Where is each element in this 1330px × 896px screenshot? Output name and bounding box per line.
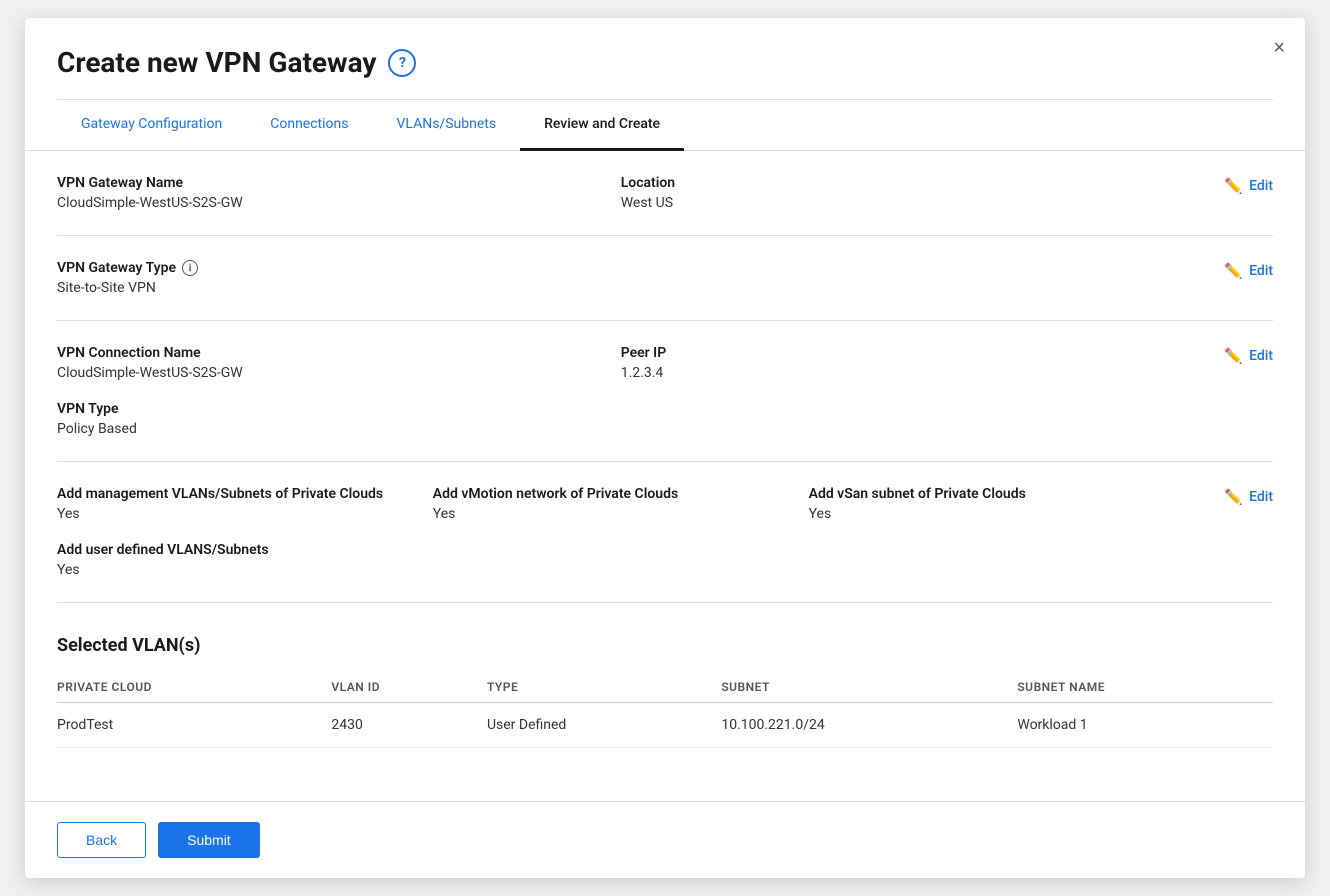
row-subnet-name: Workload 1 [1017, 703, 1273, 748]
add-mgmt-vlans-value: Yes [57, 506, 433, 522]
gateway-type-row: VPN Gateway Type i Site-to-Site VPN ✏️ E… [57, 260, 1273, 296]
add-vmotion-value: Yes [433, 506, 809, 522]
vlans-table: PRIVATE CLOUD VLAN ID TYPE SUBNET SUBNET… [57, 672, 1273, 748]
add-vmotion-label: Add vMotion network of Private Clouds [433, 486, 809, 502]
gateway-type-edit-button[interactable]: ✏️ Edit [1224, 260, 1273, 280]
tab-gateway-configuration[interactable]: Gateway Configuration [57, 100, 246, 151]
fields-row: VPN Gateway Name CloudSimple-WestUS-S2S-… [57, 175, 1184, 211]
vpn-gateway-type-field: VPN Gateway Type i Site-to-Site VPN [57, 260, 1184, 296]
add-mgmt-vlans-field: Add management VLANs/Subnets of Private … [57, 486, 433, 522]
gateway-type-info-icon[interactable]: i [182, 260, 198, 276]
vpn-type-value: Policy Based [57, 421, 1184, 437]
section-connection: VPN Connection Name CloudSimple-WestUS-S… [57, 321, 1273, 462]
col-type: TYPE [487, 672, 721, 703]
pencil-icon-4: ✏️ [1224, 488, 1243, 506]
pencil-icon-3: ✏️ [1224, 347, 1243, 365]
vpn-gateway-name-field: VPN Gateway Name CloudSimple-WestUS-S2S-… [57, 175, 621, 211]
selected-vlans-section: Selected VLAN(s) PRIVATE CLOUD VLAN ID T… [57, 603, 1273, 748]
vpn-connection-name-field: VPN Connection Name CloudSimple-WestUS-S… [57, 345, 621, 381]
vpn-gateway-name-label: VPN Gateway Name [57, 175, 621, 191]
vpn-connection-name-label: VPN Connection Name [57, 345, 621, 361]
pencil-icon: ✏️ [1224, 177, 1243, 195]
title-row: Create new VPN Gateway ? [57, 46, 1273, 79]
tab-review-and-create[interactable]: Review and Create [520, 100, 684, 151]
vpn-type-field: VPN Type Policy Based [57, 401, 1184, 437]
modal-body: VPN Gateway Name CloudSimple-WestUS-S2S-… [25, 151, 1305, 801]
selected-vlans-title: Selected VLAN(s) [57, 635, 1273, 656]
row-type: User Defined [487, 703, 721, 748]
peer-ip-value: 1.2.3.4 [621, 365, 1185, 381]
connection-name-peer-row: VPN Connection Name CloudSimple-WestUS-S… [57, 345, 1184, 381]
col-vlan-id: VLAN ID [331, 672, 487, 703]
vpn-gateway-type-value: Site-to-Site VPN [57, 280, 1184, 296]
location-field: Location West US [621, 175, 1185, 211]
modal-footer: Back Submit [25, 801, 1305, 878]
vlans-options-row: Add management VLANs/Subnets of Private … [57, 486, 1273, 578]
back-button[interactable]: Back [57, 822, 146, 858]
create-vpn-gateway-modal: × Create new VPN Gateway ? Gateway Confi… [25, 18, 1305, 878]
vpn-gateway-type-label: VPN Gateway Type i [57, 260, 1184, 276]
connection-edit-button[interactable]: ✏️ Edit [1224, 345, 1273, 365]
vpn-type-label: VPN Type [57, 401, 1184, 417]
add-user-vlans-value: Yes [57, 562, 1184, 578]
location-label: Location [621, 175, 1185, 191]
tab-bar: Gateway Configuration Connections VLANs/… [25, 100, 1305, 151]
add-vmotion-field: Add vMotion network of Private Clouds Ye… [433, 486, 809, 522]
col-subnet: SUBNET [721, 672, 1017, 703]
add-mgmt-vlans-label: Add management VLANs/Subnets of Private … [57, 486, 433, 502]
peer-ip-label: Peer IP [621, 345, 1185, 361]
vpn-gateway-name-value: CloudSimple-WestUS-S2S-GW [57, 195, 621, 211]
section-gateway-name-location: VPN Gateway Name CloudSimple-WestUS-S2S-… [57, 151, 1273, 236]
close-button[interactable]: × [1269, 34, 1289, 62]
row-private-cloud: ProdTest [57, 703, 331, 748]
peer-ip-field: Peer IP 1.2.3.4 [621, 345, 1185, 381]
location-value: West US [621, 195, 1185, 211]
section-vlans-options: Add management VLANs/Subnets of Private … [57, 462, 1273, 603]
add-user-vlans-field: Add user defined VLANS/Subnets Yes [57, 542, 1184, 578]
add-vsan-label: Add vSan subnet of Private Clouds [809, 486, 1185, 502]
modal-title: Create new VPN Gateway [57, 46, 376, 79]
add-vsan-field: Add vSan subnet of Private Clouds Yes [809, 486, 1185, 522]
help-icon[interactable]: ? [388, 49, 416, 77]
gateway-name-location-row: VPN Gateway Name CloudSimple-WestUS-S2S-… [57, 175, 1273, 211]
tab-vlans-subnets[interactable]: VLANs/Subnets [373, 100, 521, 151]
col-subnet-name: SUBNET NAME [1017, 672, 1273, 703]
vlans-table-header: PRIVATE CLOUD VLAN ID TYPE SUBNET SUBNET… [57, 672, 1273, 703]
vpn-connection-name-value: CloudSimple-WestUS-S2S-GW [57, 365, 621, 381]
vlans-edit-button[interactable]: ✏️ Edit [1224, 486, 1273, 506]
row-subnet: 10.100.221.0/24 [721, 703, 1017, 748]
submit-button[interactable]: Submit [158, 822, 260, 858]
add-vsan-value: Yes [809, 506, 1185, 522]
vlans-table-body: ProdTest 2430 User Defined 10.100.221.0/… [57, 703, 1273, 748]
col-private-cloud: PRIVATE CLOUD [57, 672, 331, 703]
row-vlan-id: 2430 [331, 703, 487, 748]
pencil-icon-2: ✏️ [1224, 262, 1243, 280]
table-row: ProdTest 2430 User Defined 10.100.221.0/… [57, 703, 1273, 748]
add-user-vlans-label: Add user defined VLANS/Subnets [57, 542, 1184, 558]
tab-connections[interactable]: Connections [246, 100, 372, 151]
section-gateway-type: VPN Gateway Type i Site-to-Site VPN ✏️ E… [57, 236, 1273, 321]
gateway-name-edit-button[interactable]: ✏️ Edit [1224, 175, 1273, 195]
modal-header: Create new VPN Gateway ? [25, 18, 1305, 99]
connection-row: VPN Connection Name CloudSimple-WestUS-S… [57, 345, 1273, 437]
